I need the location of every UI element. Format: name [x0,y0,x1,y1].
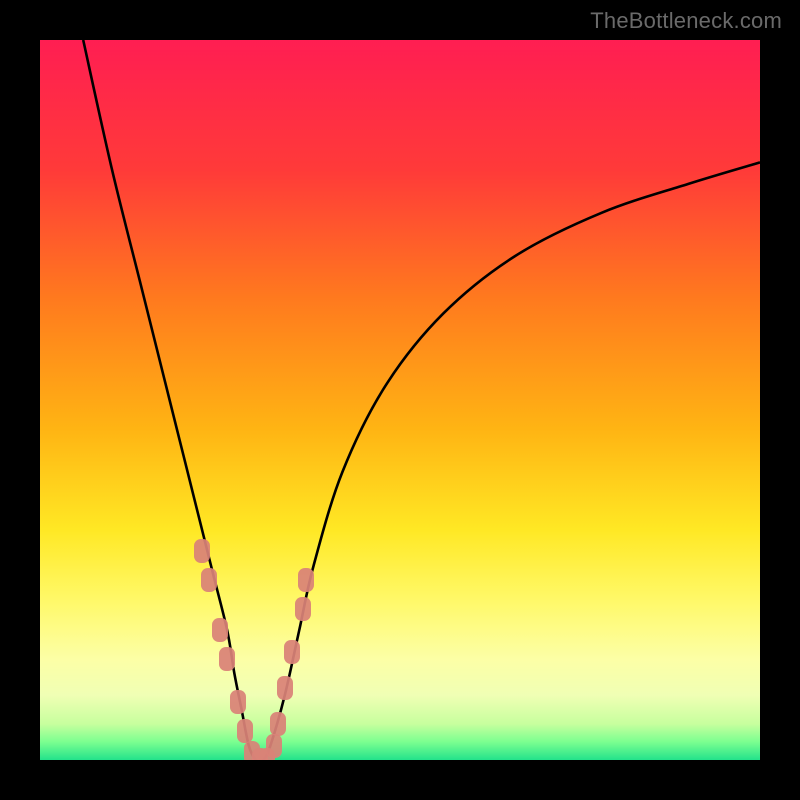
curve-layer [40,40,760,760]
data-marker [194,539,210,563]
data-marker [201,568,217,592]
data-marker [270,712,286,736]
data-marker [295,597,311,621]
outer-frame: TheBottleneck.com [0,0,800,800]
data-marker [266,734,282,758]
data-marker [298,568,314,592]
bottleneck-curve [83,40,760,760]
data-marker [237,719,253,743]
data-marker [230,690,246,714]
data-marker [277,676,293,700]
plot-area [40,40,760,760]
data-marker [219,647,235,671]
data-marker [212,618,228,642]
data-marker [284,640,300,664]
watermark-text: TheBottleneck.com [590,8,782,34]
